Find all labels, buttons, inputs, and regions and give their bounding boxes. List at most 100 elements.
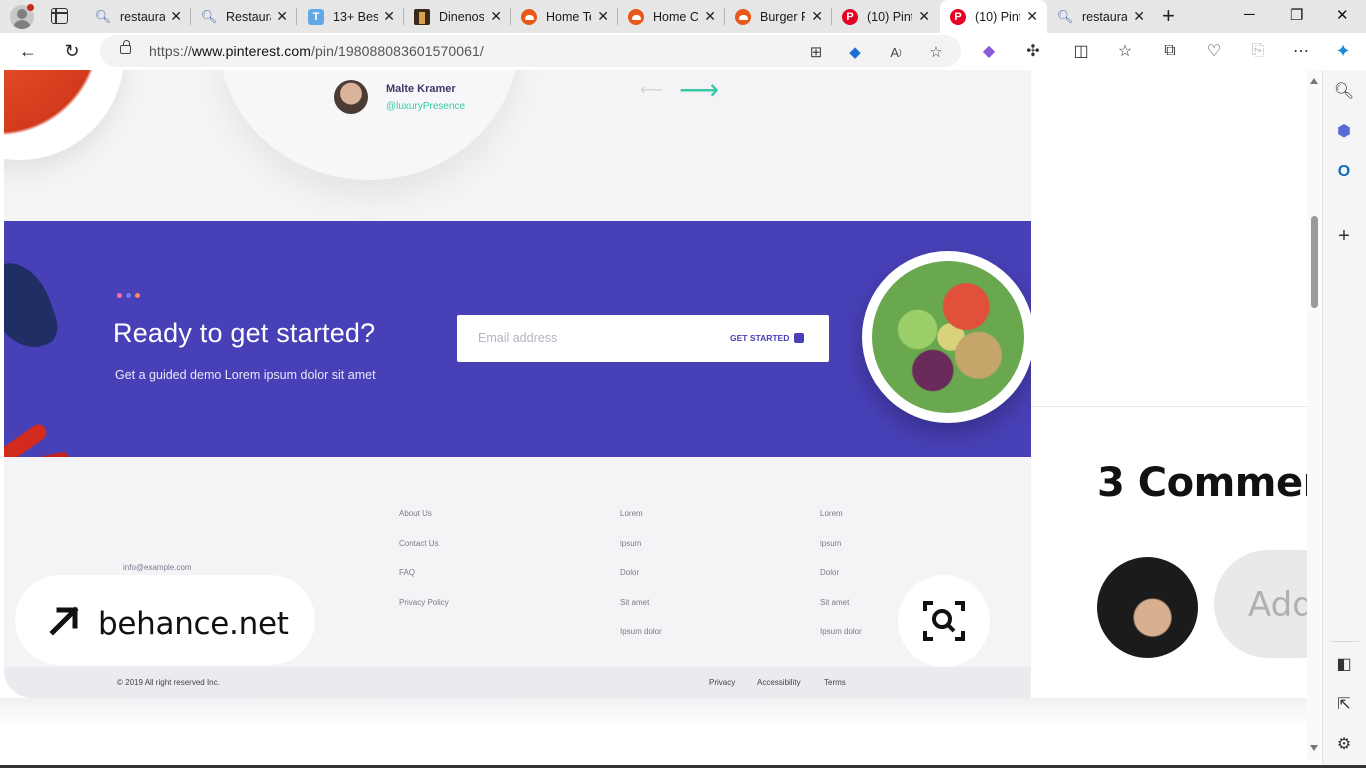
read-aloud-icon[interactable]: A) <box>887 43 905 61</box>
footer-link: Lorem <box>620 509 643 518</box>
soup-bowl-image <box>4 70 124 160</box>
tab-title: Burger Restaurant <box>760 9 805 24</box>
scroll-down-arrow-icon[interactable] <box>1310 745 1318 751</box>
tab-title: Restaurant <box>226 9 271 24</box>
close-icon[interactable]: ✕ <box>918 9 930 23</box>
share-icon[interactable]: ⎘ <box>1248 41 1268 61</box>
footer-link: Sit amet <box>620 597 650 607</box>
close-icon[interactable]: ✕ <box>383 9 395 23</box>
footer-col-2: Lorem ipsum Dolor Sit amet Ipsum dolor <box>620 509 662 657</box>
dot <box>135 293 140 298</box>
tab-1[interactable]: 🔍︎ restaurant ✕ <box>85 0 191 33</box>
refresh-button[interactable]: ↻ <box>61 40 83 62</box>
footer-link: Dolor <box>820 568 840 577</box>
user-avatar[interactable] <box>1097 557 1198 658</box>
vertical-scrollbar[interactable] <box>1307 70 1322 760</box>
testimonial-name: Malte Kramer <box>386 83 456 95</box>
comment-input[interactable]: Add <box>1214 550 1322 658</box>
tab-title: restaurant <box>1082 9 1127 24</box>
tab-5[interactable]: Home Template ✕ <box>511 0 618 33</box>
cta-banner: Ready to get started? Get a guided demo … <box>4 221 1031 478</box>
search-icon[interactable]: 🔍︎ <box>1334 81 1354 101</box>
close-icon[interactable]: ✕ <box>490 9 502 23</box>
tab-10[interactable]: 🔍︎ restaurant ✕ <box>1047 0 1154 33</box>
visit-site-button[interactable]: behance.net <box>15 575 315 665</box>
sidebar-panel-icon[interactable]: ◧ <box>1334 654 1354 674</box>
close-icon[interactable]: ✕ <box>276 9 288 23</box>
tab-8[interactable]: P (10) Pinterest ✕ <box>832 0 939 33</box>
copilot-sidebar-icon[interactable]: ⬢ <box>1334 121 1354 141</box>
arrow-left-icon: ⟵ <box>640 82 663 99</box>
lock-icon <box>120 40 131 54</box>
pinterest-icon: P <box>842 8 858 25</box>
close-icon[interactable]: ✕ <box>597 9 609 23</box>
close-icon[interactable]: ✕ <box>170 9 182 23</box>
collections-icon[interactable]: ⧉ <box>1160 41 1180 61</box>
decorative-dots <box>117 293 140 298</box>
tab-9-active[interactable]: P (10) Pinterest ✕ <box>940 0 1047 33</box>
tab-actions-icon[interactable] <box>51 8 68 24</box>
back-button[interactable]: ← <box>17 40 39 62</box>
close-window-button[interactable]: ✕ <box>1336 6 1349 24</box>
gear-icon[interactable]: ⚙ <box>1334 734 1354 754</box>
cloud-icon <box>521 8 537 25</box>
t-logo-icon: T <box>308 8 324 25</box>
settings-more-icon[interactable]: ⋯ <box>1291 41 1311 61</box>
scroll-up-arrow-icon[interactable] <box>1310 78 1318 84</box>
navigation-bar: ← ↻ https://www.pinterest.com/pin/198088… <box>0 33 1366 70</box>
footer-link: Contact Us <box>399 538 439 548</box>
close-icon[interactable]: ✕ <box>811 9 823 23</box>
tab-title: restaurant <box>120 9 165 24</box>
pinterest-icon: P <box>950 8 966 25</box>
lens-search-icon <box>923 601 965 641</box>
tab-6[interactable]: Home Classic ✕ <box>618 0 725 33</box>
tab-3[interactable]: T 13+ Best ✕ <box>298 0 404 33</box>
open-external-icon[interactable]: ⇱ <box>1334 694 1354 714</box>
split-screen-icon[interactable]: ◫ <box>1071 41 1091 61</box>
footer-link: ipsum <box>820 538 842 548</box>
restore-button[interactable]: ❐ <box>1290 6 1303 24</box>
shopping-tag-icon[interactable]: ◆ <box>846 43 864 61</box>
get-started-button: GET STARTED <box>730 333 805 343</box>
search-icon: 🔍︎ <box>200 8 218 24</box>
close-icon[interactable]: ✕ <box>1133 9 1145 23</box>
apps-icon[interactable]: ⊞ <box>807 43 825 61</box>
favorites-icon[interactable]: ☆ <box>1115 41 1135 61</box>
tab-title: (10) Pinterest <box>975 9 1020 24</box>
copilot-icon[interactable]: ✦ <box>1333 41 1353 61</box>
close-icon[interactable]: ✕ <box>1026 9 1038 23</box>
tab-4[interactable]: Dinenos ✕ <box>404 0 511 33</box>
favorite-star-icon[interactable]: ☆ <box>927 43 945 61</box>
footer-link: Privacy Policy <box>399 597 449 607</box>
address-bar[interactable]: https://www.pinterest.com/pin/1980880836… <box>100 35 961 67</box>
visual-search-button[interactable] <box>898 575 990 667</box>
footer-link-terms: Terms <box>824 678 846 687</box>
add-icon[interactable]: + <box>1334 225 1354 247</box>
comments-panel: 3 Comments Add <box>1031 70 1322 698</box>
extensions-icon[interactable]: ✣ <box>1023 41 1043 61</box>
url-text[interactable]: https://www.pinterest.com/pin/1980880836… <box>149 43 484 59</box>
minimize-button[interactable]: ─ <box>1244 6 1255 23</box>
scroll-thumb[interactable] <box>1311 216 1318 308</box>
footer-email: info@example.com <box>123 563 192 572</box>
close-icon[interactable]: ✕ <box>704 9 716 23</box>
new-tab-button[interactable]: + <box>1162 5 1175 27</box>
comment-placeholder: Add <box>1248 585 1314 625</box>
footer-link: Lorem <box>820 509 843 518</box>
outlook-icon[interactable]: O <box>1334 162 1354 182</box>
tab-7[interactable]: Burger Restaurant ✕ <box>725 0 832 33</box>
cloud-icon <box>735 8 751 25</box>
testimonial-avatar <box>334 80 368 114</box>
browser-essentials-icon[interactable]: ♡ <box>1204 41 1224 61</box>
footer-col-1: About Us Contact Us FAQ Privacy Policy <box>399 509 449 627</box>
search-icon: 🔍︎ <box>1056 8 1074 24</box>
divider <box>1331 641 1359 642</box>
tab-2[interactable]: 🔍︎ Restaurant ✕ <box>191 0 297 33</box>
footer-link: Ipsum dolor <box>620 627 662 636</box>
tab-title: 13+ Best <box>333 9 378 24</box>
footer-link: Dolor <box>620 568 640 577</box>
arrow-up-right-icon <box>49 606 79 636</box>
copilot-extension-icon[interactable]: ◆ <box>979 41 999 61</box>
footer-link: Sit amet <box>820 597 850 607</box>
search-icon: 🔍︎ <box>94 8 112 24</box>
